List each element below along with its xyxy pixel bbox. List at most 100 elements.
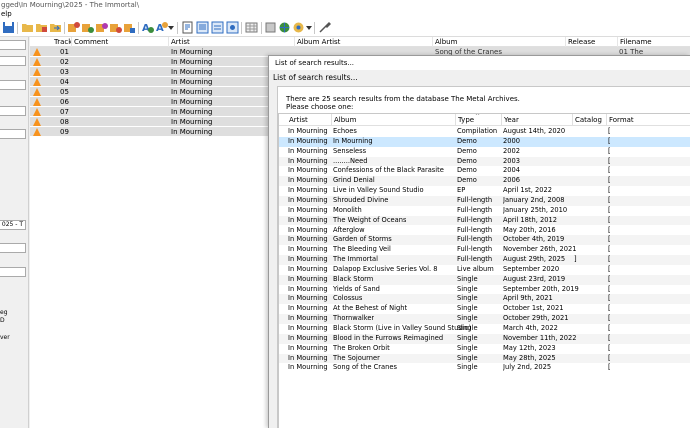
- result-row[interactable]: In Mourning Grind Denial Demo 2006 [: [279, 176, 690, 187]
- result-artist-cell: In Mourning: [288, 176, 328, 185]
- result-format-cell: [: [608, 333, 611, 342]
- grid-icon[interactable]: [245, 21, 258, 34]
- result-row[interactable]: In Mourning ........Need Demo 2003 [: [279, 156, 690, 167]
- result-artist-cell: In Mourning: [288, 304, 328, 313]
- result-year-cell: August 29th, 2025: [503, 255, 566, 264]
- result-artist-cell: In Mourning: [288, 136, 328, 145]
- text-to-tag-icon[interactable]: [109, 21, 122, 34]
- result-row[interactable]: In Mourning Senseless Demo 2002 [: [279, 147, 690, 157]
- folder-arrow-icon[interactable]: [49, 21, 62, 34]
- result-type-cell: Single: [457, 304, 478, 313]
- folder-tree-icon[interactable]: [35, 21, 48, 34]
- tag-combo-3[interactable]: [0, 80, 26, 90]
- result-type-cell: Demo: [457, 136, 477, 145]
- result-row[interactable]: In Mourning The Broken Orbit Single May 12t…: [279, 344, 690, 354]
- result-row[interactable]: In Mourning Yields of Sand Single September…: [279, 285, 690, 295]
- folder-open-icon[interactable]: [21, 21, 34, 34]
- result-album-cell: The Immortal: [333, 255, 378, 264]
- result-format-cell: [: [608, 146, 611, 155]
- result-artist-cell: In Mourning: [288, 127, 328, 135]
- web-search-icon[interactable]: [292, 21, 305, 34]
- tag-combo-7[interactable]: [0, 267, 26, 277]
- result-artist-cell: In Mourning: [288, 314, 328, 323]
- res-column-catalog[interactable]: Catalog: [572, 114, 602, 126]
- result-artist-cell: In Mourning: [288, 274, 328, 283]
- result-type-cell: Full-length: [457, 195, 493, 204]
- result-format-cell: [: [608, 304, 611, 313]
- column-comment[interactable]: Comment: [71, 37, 108, 47]
- tag-combo-1[interactable]: [0, 40, 26, 50]
- tools-icon[interactable]: [318, 21, 331, 34]
- column-filename[interactable]: Filename: [617, 37, 652, 47]
- result-format-cell: [: [608, 136, 611, 145]
- tag-combo-4[interactable]: [0, 106, 26, 116]
- tag-combo-2[interactable]: [0, 56, 26, 66]
- result-row[interactable]: In Mourning Black Storm (Live in Valley S…: [279, 324, 690, 334]
- result-row[interactable]: In Mourning Echoes Compilation August 14th,…: [279, 127, 690, 137]
- result-row[interactable]: In Mourning Song of the Cranes Single July …: [279, 363, 690, 373]
- result-row[interactable]: In Mourning Confessions of the Black Para…: [279, 166, 690, 176]
- result-artist-cell: In Mourning: [288, 235, 328, 244]
- column-release[interactable]: Release: [565, 37, 595, 47]
- result-row[interactable]: In Mourning Colossus Single April 9th, 2021…: [279, 294, 690, 305]
- res-column-artist[interactable]: Artist: [287, 114, 308, 126]
- result-row[interactable]: In Mourning Black Storm Single August 23rd,…: [279, 274, 690, 285]
- res-column-type[interactable]: Type: [455, 114, 474, 126]
- tag-to-filename-icon[interactable]: [67, 21, 80, 34]
- result-artist-cell: In Mourning: [288, 215, 328, 224]
- export-config-icon[interactable]: [226, 21, 239, 34]
- tag-source-alt-icon[interactable]: A: [155, 21, 168, 34]
- artist-cell: In Mourning: [171, 118, 213, 126]
- autonumber-icon[interactable]: [123, 21, 136, 34]
- result-row[interactable]: In Mourning Afterglow Full-length May 20th,…: [279, 226, 690, 236]
- artist-cell: In Mourning: [171, 98, 213, 106]
- text-export-icon[interactable]: [196, 21, 209, 34]
- column-album[interactable]: Album: [432, 37, 457, 47]
- result-row[interactable]: In Mourning The Sojourner Single May 28th, …: [279, 353, 690, 364]
- result-row[interactable]: In Mourning Monolith Full-length January 25…: [279, 206, 690, 216]
- result-row[interactable]: In Mourning The Weight of Oceans Full-leng…: [279, 215, 690, 226]
- result-type-cell: Demo: [457, 176, 477, 185]
- dropdown-arrow-icon[interactable]: [168, 21, 174, 34]
- result-row[interactable]: In Mourning Shrouded Divine Full-length Jan…: [279, 195, 690, 206]
- column-track[interactable]: Track: [52, 37, 72, 47]
- result-row[interactable]: In Mourning In Mourning Demo 2000 [: [279, 136, 690, 147]
- result-type-cell: Demo: [457, 156, 477, 165]
- res-column-album[interactable]: Album: [331, 114, 356, 126]
- result-format-cell: [: [608, 186, 611, 195]
- result-album-cell: Song of the Cranes: [333, 363, 397, 372]
- result-year-cell: September 20th, 2019: [503, 284, 579, 293]
- artist-cell: In Mourning: [171, 68, 213, 76]
- tag-combo-5[interactable]: [0, 129, 26, 139]
- result-row[interactable]: In Mourning Live in Valley Sound Studio EP…: [279, 186, 690, 196]
- result-artist-cell: In Mourning: [288, 294, 328, 303]
- column-album-artist[interactable]: Album Artist: [294, 37, 340, 47]
- menu-item-help[interactable]: elp: [1, 10, 12, 18]
- result-row[interactable]: In Mourning Garden of Storms Full-length Oc…: [279, 235, 690, 246]
- result-row[interactable]: In Mourning Blood in the Furrows Reimagin…: [279, 333, 690, 344]
- tag-combo-6[interactable]: [0, 243, 26, 253]
- res-column-format[interactable]: Format: [606, 114, 634, 126]
- export-icon[interactable]: [181, 21, 194, 34]
- tag-convert-icon[interactable]: [95, 21, 108, 34]
- save-icon[interactable]: [2, 21, 15, 34]
- results-list[interactable]: Artist Album Type ^ Year Catalog Format …: [278, 113, 690, 428]
- result-row[interactable]: In Mourning The Immortal Full-length August…: [279, 255, 690, 265]
- tag-source-icon[interactable]: A: [141, 21, 154, 34]
- result-row[interactable]: In Mourning Thornwalker Single October 29th…: [279, 314, 690, 324]
- export-list-icon[interactable]: [211, 21, 224, 34]
- result-type-cell: Demo: [457, 166, 477, 175]
- column-artist[interactable]: Artist: [168, 37, 190, 47]
- res-column-year[interactable]: Year: [501, 114, 519, 126]
- toolbar-separator: [241, 22, 242, 34]
- result-artist-cell: In Mourning: [288, 353, 328, 362]
- result-row[interactable]: In Mourning At the Behest of Night Single O…: [279, 304, 690, 314]
- filename-to-tag-icon[interactable]: [81, 21, 94, 34]
- track-cell: 01: [60, 48, 69, 56]
- dropdown-arrow-icon-2[interactable]: [306, 21, 312, 34]
- database-icon[interactable]: [264, 21, 277, 34]
- result-row[interactable]: In Mourning Dalapop Exclusive Series Vol.…: [279, 265, 690, 275]
- web-icon[interactable]: [278, 21, 291, 34]
- album-combo[interactable]: 025 - T: [0, 220, 26, 230]
- result-row[interactable]: In Mourning The Bleeding Veil Full-length N…: [279, 245, 690, 255]
